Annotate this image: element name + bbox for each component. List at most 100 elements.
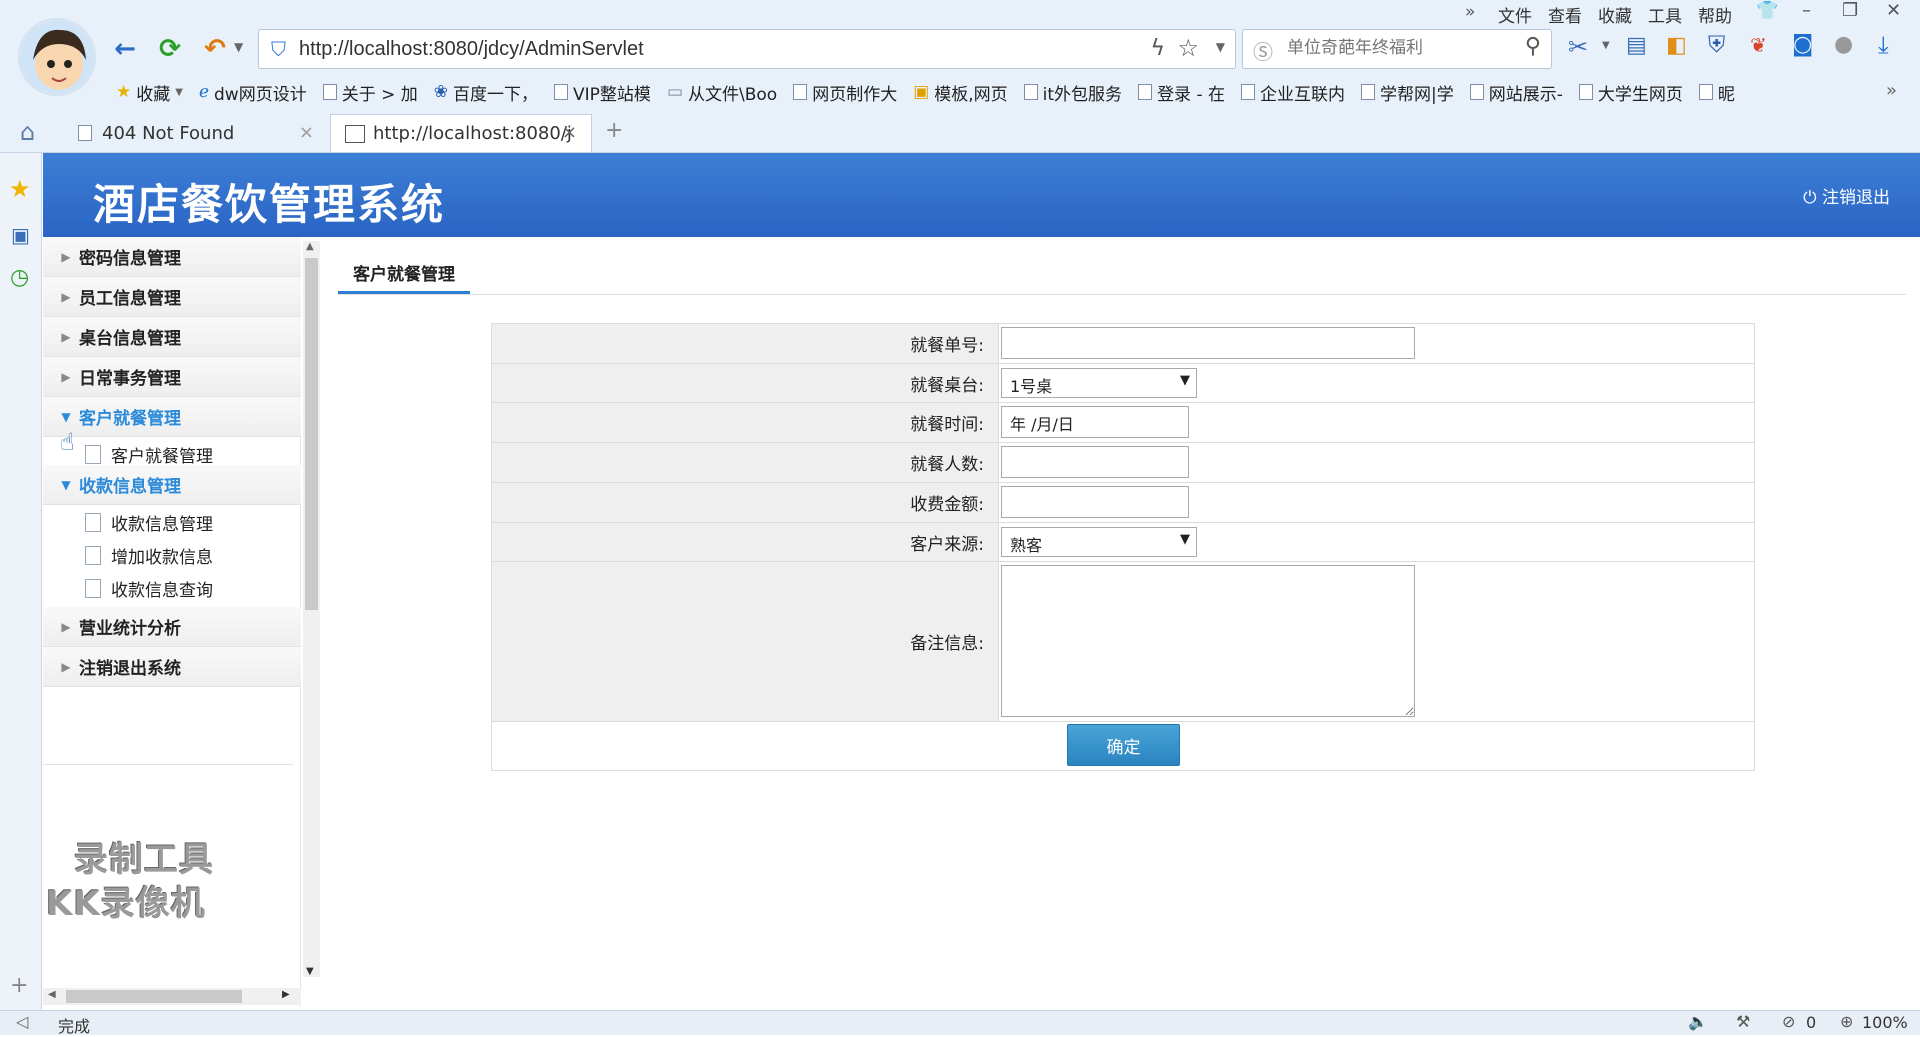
cursor-hand-icon: ☝ <box>60 428 75 456</box>
scroll-up-icon[interactable]: ▲ <box>306 241 314 252</box>
menu-daily[interactable]: ▶ 日常事务管理 <box>43 357 301 397</box>
search-box[interactable]: Ⓢ ⚲ <box>1242 29 1552 69</box>
bookmark-item[interactable]: 大学生网页 <box>1571 78 1691 106</box>
tab-admin[interactable]: http://localhost:8080/j × <box>330 114 592 152</box>
menu-statistics[interactable]: ▶ 营业统计分析 <box>43 607 301 647</box>
new-tab-icon[interactable]: + <box>605 118 623 143</box>
user-avatar[interactable] <box>18 18 96 96</box>
star-filled-icon: ★ <box>116 82 132 102</box>
source-select[interactable]: 熟客 ▼ <box>1001 527 1197 557</box>
menu-dining[interactable]: ▼ 客户就餐管理 <box>43 397 301 437</box>
ad-block-icon[interactable]: ⊘ <box>1782 1012 1795 1031</box>
remark-textarea[interactable] <box>1001 565 1415 717</box>
submenu-payment-add[interactable]: 增加收款信息 <box>85 540 213 570</box>
bookmark-item[interactable]: 关于 > 加 <box>315 78 426 106</box>
url-dropdown-icon[interactable]: ▼ <box>1216 40 1225 54</box>
menu-tables[interactable]: ▶ 桌台信息管理 <box>43 317 301 357</box>
form-row-order-no: 就餐单号: <box>492 324 1754 364</box>
refresh-button[interactable]: ⟳ <box>153 32 187 66</box>
security-icon[interactable]: ⛨ <box>1708 32 1725 58</box>
fee-input[interactable] <box>1001 486 1189 518</box>
search-icon[interactable]: ⚲ <box>1525 34 1541 59</box>
scroll-left-icon[interactable]: ◀ <box>48 989 56 1000</box>
home-icon[interactable]: ⌂ <box>20 118 35 146</box>
page-icon <box>1361 84 1376 100</box>
close-tab-icon[interactable]: × <box>562 122 577 143</box>
bookmark-item[interactable]: ℯ dw网页设计 <box>191 78 315 106</box>
bookmark-item[interactable]: ❀ 百度一下， <box>426 78 546 106</box>
bookmark-favorites[interactable]: ★ 收藏 ▼ <box>108 78 191 106</box>
bookmarks-overflow-icon[interactable]: » <box>1886 80 1897 101</box>
submenu-payment-query[interactable]: 收款信息查询 <box>85 573 213 603</box>
logout-link[interactable]: ⏻ 注销退出 <box>1803 183 1890 208</box>
page-icon <box>78 125 92 141</box>
skin-icon[interactable]: 👕 <box>1756 0 1778 21</box>
close-window-button[interactable]: ✕ <box>1886 0 1901 21</box>
search-input[interactable] <box>1287 38 1507 58</box>
bookmark-item[interactable]: 网站展示- <box>1462 78 1571 106</box>
bookmark-manager-icon[interactable]: ◧ <box>1666 33 1687 58</box>
download-icon[interactable]: ⤓ <box>1878 31 1889 59</box>
account-icon[interactable]: ● <box>1834 32 1853 57</box>
menu-payment[interactable]: ▼ 收款信息管理 <box>43 465 301 505</box>
close-tab-icon[interactable]: × <box>299 122 314 143</box>
extension-icon[interactable]: ❦ <box>1750 33 1767 57</box>
menu-view[interactable]: 查看 <box>1548 2 1582 27</box>
scissors-icon[interactable]: ✂ <box>1568 33 1588 61</box>
toolbox-icon[interactable]: ⚒ <box>1736 1012 1750 1031</box>
zoom-icon[interactable]: ⊕ <box>1840 1012 1853 1031</box>
more-icon[interactable]: » <box>1465 2 1475 22</box>
favorites-icon[interactable]: ★ <box>9 175 31 203</box>
menu-staff[interactable]: ▶ 员工信息管理 <box>43 277 301 317</box>
people-input[interactable] <box>1001 446 1189 478</box>
page-icon <box>322 84 337 100</box>
restore-button[interactable]: ❐ <box>1842 0 1858 21</box>
bookmark-item[interactable]: ▣ 模板,网页 <box>905 78 1015 106</box>
scroll-right-icon[interactable]: ▶ <box>282 989 290 1000</box>
bookmark-item[interactable]: ▭ 从文件\Boo <box>659 78 785 106</box>
bookmark-item[interactable]: it外包服务 <box>1016 78 1130 106</box>
bookmark-item[interactable]: 昵 <box>1691 78 1743 106</box>
bookmark-item[interactable]: 网页制作大 <box>785 78 905 106</box>
time-date-input[interactable]: 年 /月/日 <box>1001 406 1189 438</box>
menu-favorites[interactable]: 收藏 <box>1598 2 1632 27</box>
bookmark-item[interactable]: 登录 - 在 <box>1130 78 1233 106</box>
menu-password[interactable]: ▶ 密码信息管理 <box>43 237 301 277</box>
dropdown-arrow-icon: ▼ <box>1180 532 1190 547</box>
menu-hscroll-thumb[interactable] <box>66 990 242 1003</box>
tab-dining-manage[interactable]: 客户就餐管理 <box>338 252 470 294</box>
undo-dropdown-icon[interactable]: ▼ <box>234 40 243 54</box>
tab-404[interactable]: 404 Not Found × <box>64 114 326 152</box>
screenshot-icon[interactable]: ◙ <box>1792 32 1813 57</box>
back-button[interactable]: ← <box>108 32 142 66</box>
minimize-button[interactable]: – <box>1802 0 1811 21</box>
address-bar[interactable]: ⛉ http://localhost:8080/jdcy/AdminServle… <box>258 29 1236 69</box>
order-no-input[interactable] <box>1001 327 1415 359</box>
star-icon[interactable]: ☆ <box>1177 34 1199 62</box>
bookmark-item[interactable]: VIP整站模 <box>546 78 659 106</box>
reader-icon[interactable]: ▤ <box>1626 33 1647 58</box>
zoom-level[interactable]: 100% <box>1862 1013 1908 1032</box>
undo-button[interactable]: ↶ <box>198 32 232 66</box>
menu-tools[interactable]: 工具 <box>1648 2 1682 27</box>
table-select[interactable]: 1号桌 ▼ <box>1001 368 1197 398</box>
menu-logout[interactable]: ▶ 注销退出系统 <box>43 647 301 687</box>
sound-icon[interactable]: 🔈 <box>1688 1012 1708 1031</box>
confirm-button[interactable]: 确定 <box>1067 724 1180 766</box>
history-icon[interactable]: ◷ <box>10 265 29 290</box>
scissors-dropdown-icon[interactable]: ▼ <box>1602 40 1610 51</box>
reading-list-icon[interactable]: ▣ <box>11 223 30 247</box>
scroll-down-icon[interactable]: ▼ <box>306 966 314 977</box>
add-icon[interactable]: + <box>10 973 28 998</box>
bookmark-item[interactable]: 学帮网|学 <box>1353 78 1462 106</box>
url-text[interactable]: http://localhost:8080/jdcy/AdminServlet <box>299 38 644 61</box>
browser-chrome: ← ⟳ ↶ ▼ ⛉ http://localhost:8080/jdcy/Adm… <box>0 0 1920 153</box>
document-icon <box>85 512 101 532</box>
menu-scroll-thumb[interactable] <box>305 258 318 610</box>
submenu-payment-manage[interactable]: 收款信息管理 <box>85 507 213 537</box>
menu-help[interactable]: 帮助 <box>1698 2 1732 27</box>
bookmark-item[interactable]: 企业互联内 <box>1233 78 1353 106</box>
lightning-icon[interactable]: ϟ <box>1150 36 1165 61</box>
menu-file[interactable]: 文件 <box>1498 2 1532 27</box>
sidebar-toggle-icon[interactable]: ◁ <box>16 1012 28 1031</box>
